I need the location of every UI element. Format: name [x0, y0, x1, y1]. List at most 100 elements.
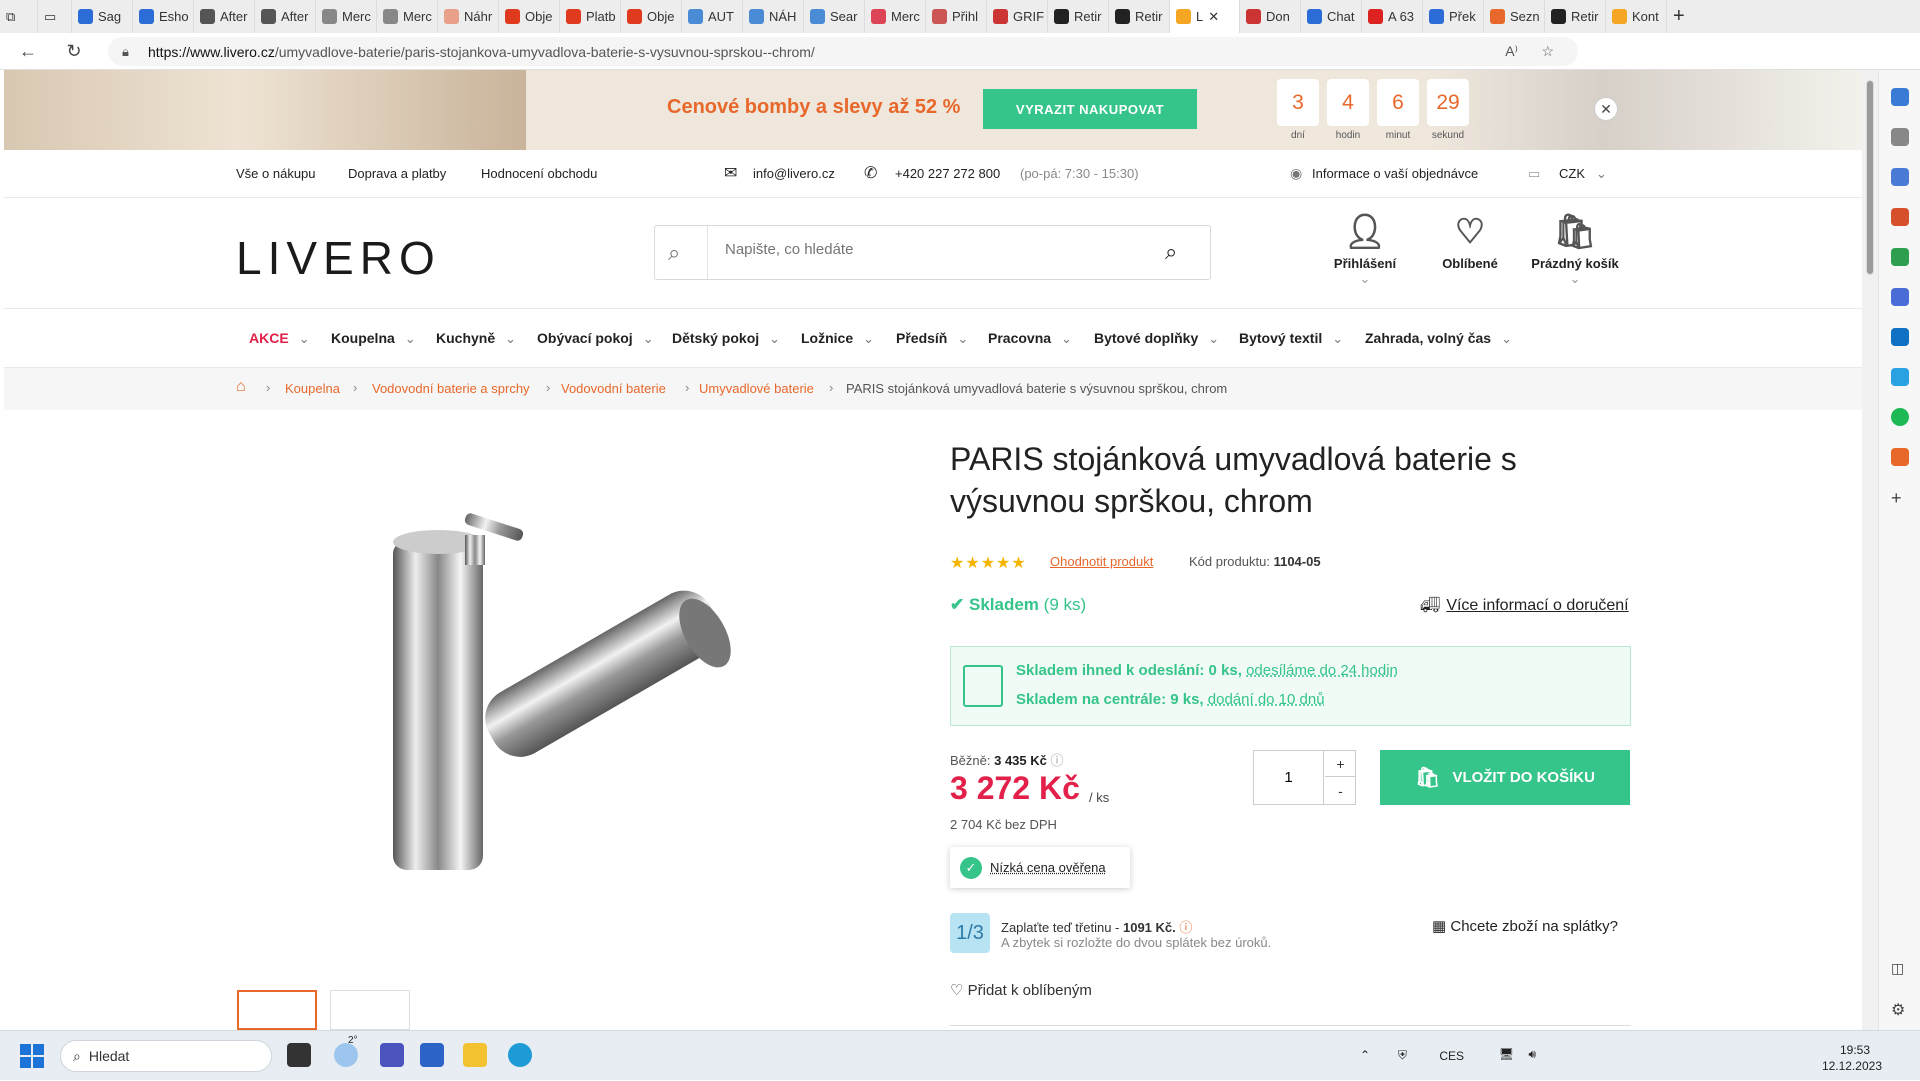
- browser-tab[interactable]: Esho: [133, 0, 194, 33]
- browser-tab[interactable]: Sezn: [1484, 0, 1545, 33]
- close-tab-icon[interactable]: ✕: [1208, 9, 1219, 25]
- home-icon[interactable]: ⌂: [236, 378, 246, 396]
- browser-tab[interactable]: After: [194, 0, 255, 33]
- info-link-reviews[interactable]: Hodnocení obchodu: [481, 166, 597, 181]
- browser-tab[interactable]: Sag: [72, 0, 133, 33]
- breadcrumb-item[interactable]: Vodovodní baterie: [561, 381, 666, 396]
- info-link-shopping[interactable]: Vše o nákupu: [236, 166, 316, 181]
- browser-tab[interactable]: Retir: [1109, 0, 1170, 33]
- security-icon[interactable]: ⛨: [1398, 1048, 1414, 1063]
- quantity-input[interactable]: [1254, 751, 1324, 804]
- browser-tab[interactable]: Don: [1240, 0, 1301, 33]
- delivery-info-link[interactable]: 🚚︎ Více informací o doručení: [1420, 595, 1629, 615]
- favorites-button[interactable]: ♡ Oblíbené: [1435, 208, 1505, 271]
- browser-tab[interactable]: After: [255, 0, 316, 33]
- help-icon[interactable]: ⓘ: [1179, 920, 1192, 935]
- promo-shop-button[interactable]: VYRAZIT NAKUPOVAT: [983, 89, 1197, 129]
- m365-icon[interactable]: [1891, 288, 1909, 306]
- search-icon[interactable]: [1891, 128, 1909, 146]
- taskbar-search[interactable]: ⌕ Hledat: [60, 1040, 272, 1072]
- currency-select[interactable]: CZK: [1559, 166, 1585, 181]
- nav-item[interactable]: Bytový textil ⌄: [1239, 330, 1343, 347]
- outlook-icon[interactable]: [1891, 328, 1909, 346]
- nav-item[interactable]: Dětský pokoj ⌄: [672, 330, 780, 347]
- new-tab-button[interactable]: +: [1667, 0, 1701, 33]
- rate-product-link[interactable]: Ohodnotit produkt: [1050, 554, 1153, 569]
- workspaces-icon[interactable]: ⧉: [0, 0, 38, 33]
- nav-item[interactable]: Koupelna ⌄: [331, 330, 416, 347]
- browser-tab[interactable]: A 63: [1362, 0, 1423, 33]
- telegram-icon[interactable]: [1891, 368, 1909, 386]
- email-link[interactable]: info@livero.cz: [753, 166, 835, 181]
- clock-date[interactable]: 12.12.2023: [1822, 1059, 1882, 1073]
- browser-tab[interactable]: Sear: [804, 0, 865, 33]
- teams-icon[interactable]: [380, 1043, 404, 1067]
- quantity-minus-button[interactable]: -: [1325, 778, 1356, 804]
- login-button[interactable]: 👤︎ Přihlášení ⌄: [1330, 208, 1400, 287]
- browser-tab[interactable]: Merc: [865, 0, 926, 33]
- product-image[interactable]: [380, 490, 780, 910]
- search-input[interactable]: [725, 241, 1145, 258]
- browser-tab[interactable]: Chat: [1301, 0, 1362, 33]
- copilot-icon[interactable]: [1891, 88, 1909, 106]
- low-price-badge[interactable]: ✓ Nízká cena ověřena: [950, 847, 1130, 888]
- nav-item[interactable]: Kuchyně ⌄: [436, 330, 516, 347]
- browser-tab[interactable]: Přihl: [926, 0, 987, 33]
- sidebar-toggle-icon[interactable]: ◫: [1891, 960, 1909, 978]
- browser-tab[interactable]: Merc: [377, 0, 438, 33]
- file-explorer-icon[interactable]: [463, 1043, 487, 1067]
- nav-item[interactable]: Zahrada, volný čas ⌄: [1365, 330, 1512, 347]
- shopping-icon[interactable]: [1891, 168, 1909, 186]
- scrollbar-thumb[interactable]: [1866, 80, 1874, 275]
- nav-item[interactable]: Bytové doplňky ⌄: [1094, 330, 1219, 347]
- url-field[interactable]: 🔒︎ https://www.livero.cz/umyvadlove-bate…: [108, 37, 1578, 66]
- favorite-star-icon[interactable]: ☆: [1541, 43, 1554, 60]
- phone-number[interactable]: +420 227 272 800: [895, 166, 1000, 181]
- browser-tab[interactable]: Platb: [560, 0, 621, 33]
- spotify-icon[interactable]: [1891, 408, 1909, 426]
- browser-tab[interactable]: Retir: [1048, 0, 1109, 33]
- settings-icon[interactable]: ⚙: [1891, 1000, 1909, 1019]
- browser-tab[interactable]: Kont: [1606, 0, 1667, 33]
- add-to-favorites-link[interactable]: ♡ Přidat k oblíbeným: [950, 981, 1092, 999]
- page-scrollbar[interactable]: [1862, 70, 1878, 1030]
- games-icon[interactable]: [1891, 248, 1909, 266]
- clock-time[interactable]: 19:53: [1840, 1043, 1870, 1057]
- task-view-icon[interactable]: [287, 1043, 311, 1067]
- chevron-up-icon[interactable]: ⌃: [1360, 1048, 1372, 1062]
- search-submit-icon[interactable]: ⌕: [1165, 239, 1177, 265]
- nav-item[interactable]: AKCE ⌄: [249, 330, 310, 347]
- add-to-cart-button[interactable]: 🛍︎ VLOŽIT DO KOŠÍKU: [1380, 750, 1630, 805]
- app-icon[interactable]: [1891, 448, 1909, 466]
- installments-link[interactable]: ▦ Chcete zboží na splátky?: [1432, 917, 1618, 935]
- quantity-plus-button[interactable]: +: [1325, 751, 1356, 777]
- browser-tab[interactable]: Retir: [1545, 0, 1606, 33]
- refresh-button[interactable]: ↻: [56, 33, 92, 69]
- browser-tab[interactable]: Obje: [499, 0, 560, 33]
- order-info-link[interactable]: Informace o vaší objednávce: [1312, 166, 1478, 181]
- network-icon[interactable]: 🖥︎: [1499, 1047, 1514, 1061]
- browser-tab[interactable]: Přek: [1423, 0, 1484, 33]
- tab-actions-icon[interactable]: ▭: [38, 0, 72, 33]
- volume-icon[interactable]: 🔊︎: [1528, 1047, 1536, 1062]
- read-aloud-icon[interactable]: A⁾: [1505, 43, 1518, 60]
- start-button[interactable]: [20, 1044, 44, 1068]
- nav-item[interactable]: Obývací pokoj ⌄: [537, 330, 654, 347]
- thumbnail-selected[interactable]: [237, 990, 317, 1030]
- nav-item[interactable]: Ložnice ⌄: [801, 330, 874, 347]
- thumbnail[interactable]: [330, 990, 410, 1030]
- info-icon[interactable]: ⓘ: [1051, 753, 1064, 768]
- banner-close-icon[interactable]: ✕: [1594, 97, 1618, 121]
- nav-item[interactable]: Předsíň ⌄: [896, 330, 968, 347]
- breadcrumb-item[interactable]: Koupelna: [285, 381, 340, 396]
- browser-tab[interactable]: Obje: [621, 0, 682, 33]
- breadcrumb-item[interactable]: Vodovodní baterie a sprchy: [372, 381, 530, 396]
- nav-item[interactable]: Pracovna ⌄: [988, 330, 1072, 347]
- info-link-delivery[interactable]: Doprava a platby: [348, 166, 446, 181]
- tools-icon[interactable]: [1891, 208, 1909, 226]
- cart-button[interactable]: 🛍︎ Prázdný košík ⌄: [1530, 208, 1620, 287]
- browser-tab[interactable]: GRIF: [987, 0, 1048, 33]
- store-icon[interactable]: [420, 1043, 444, 1067]
- browser-tab[interactable]: AUT: [682, 0, 743, 33]
- browser-tab[interactable]: Merc: [316, 0, 377, 33]
